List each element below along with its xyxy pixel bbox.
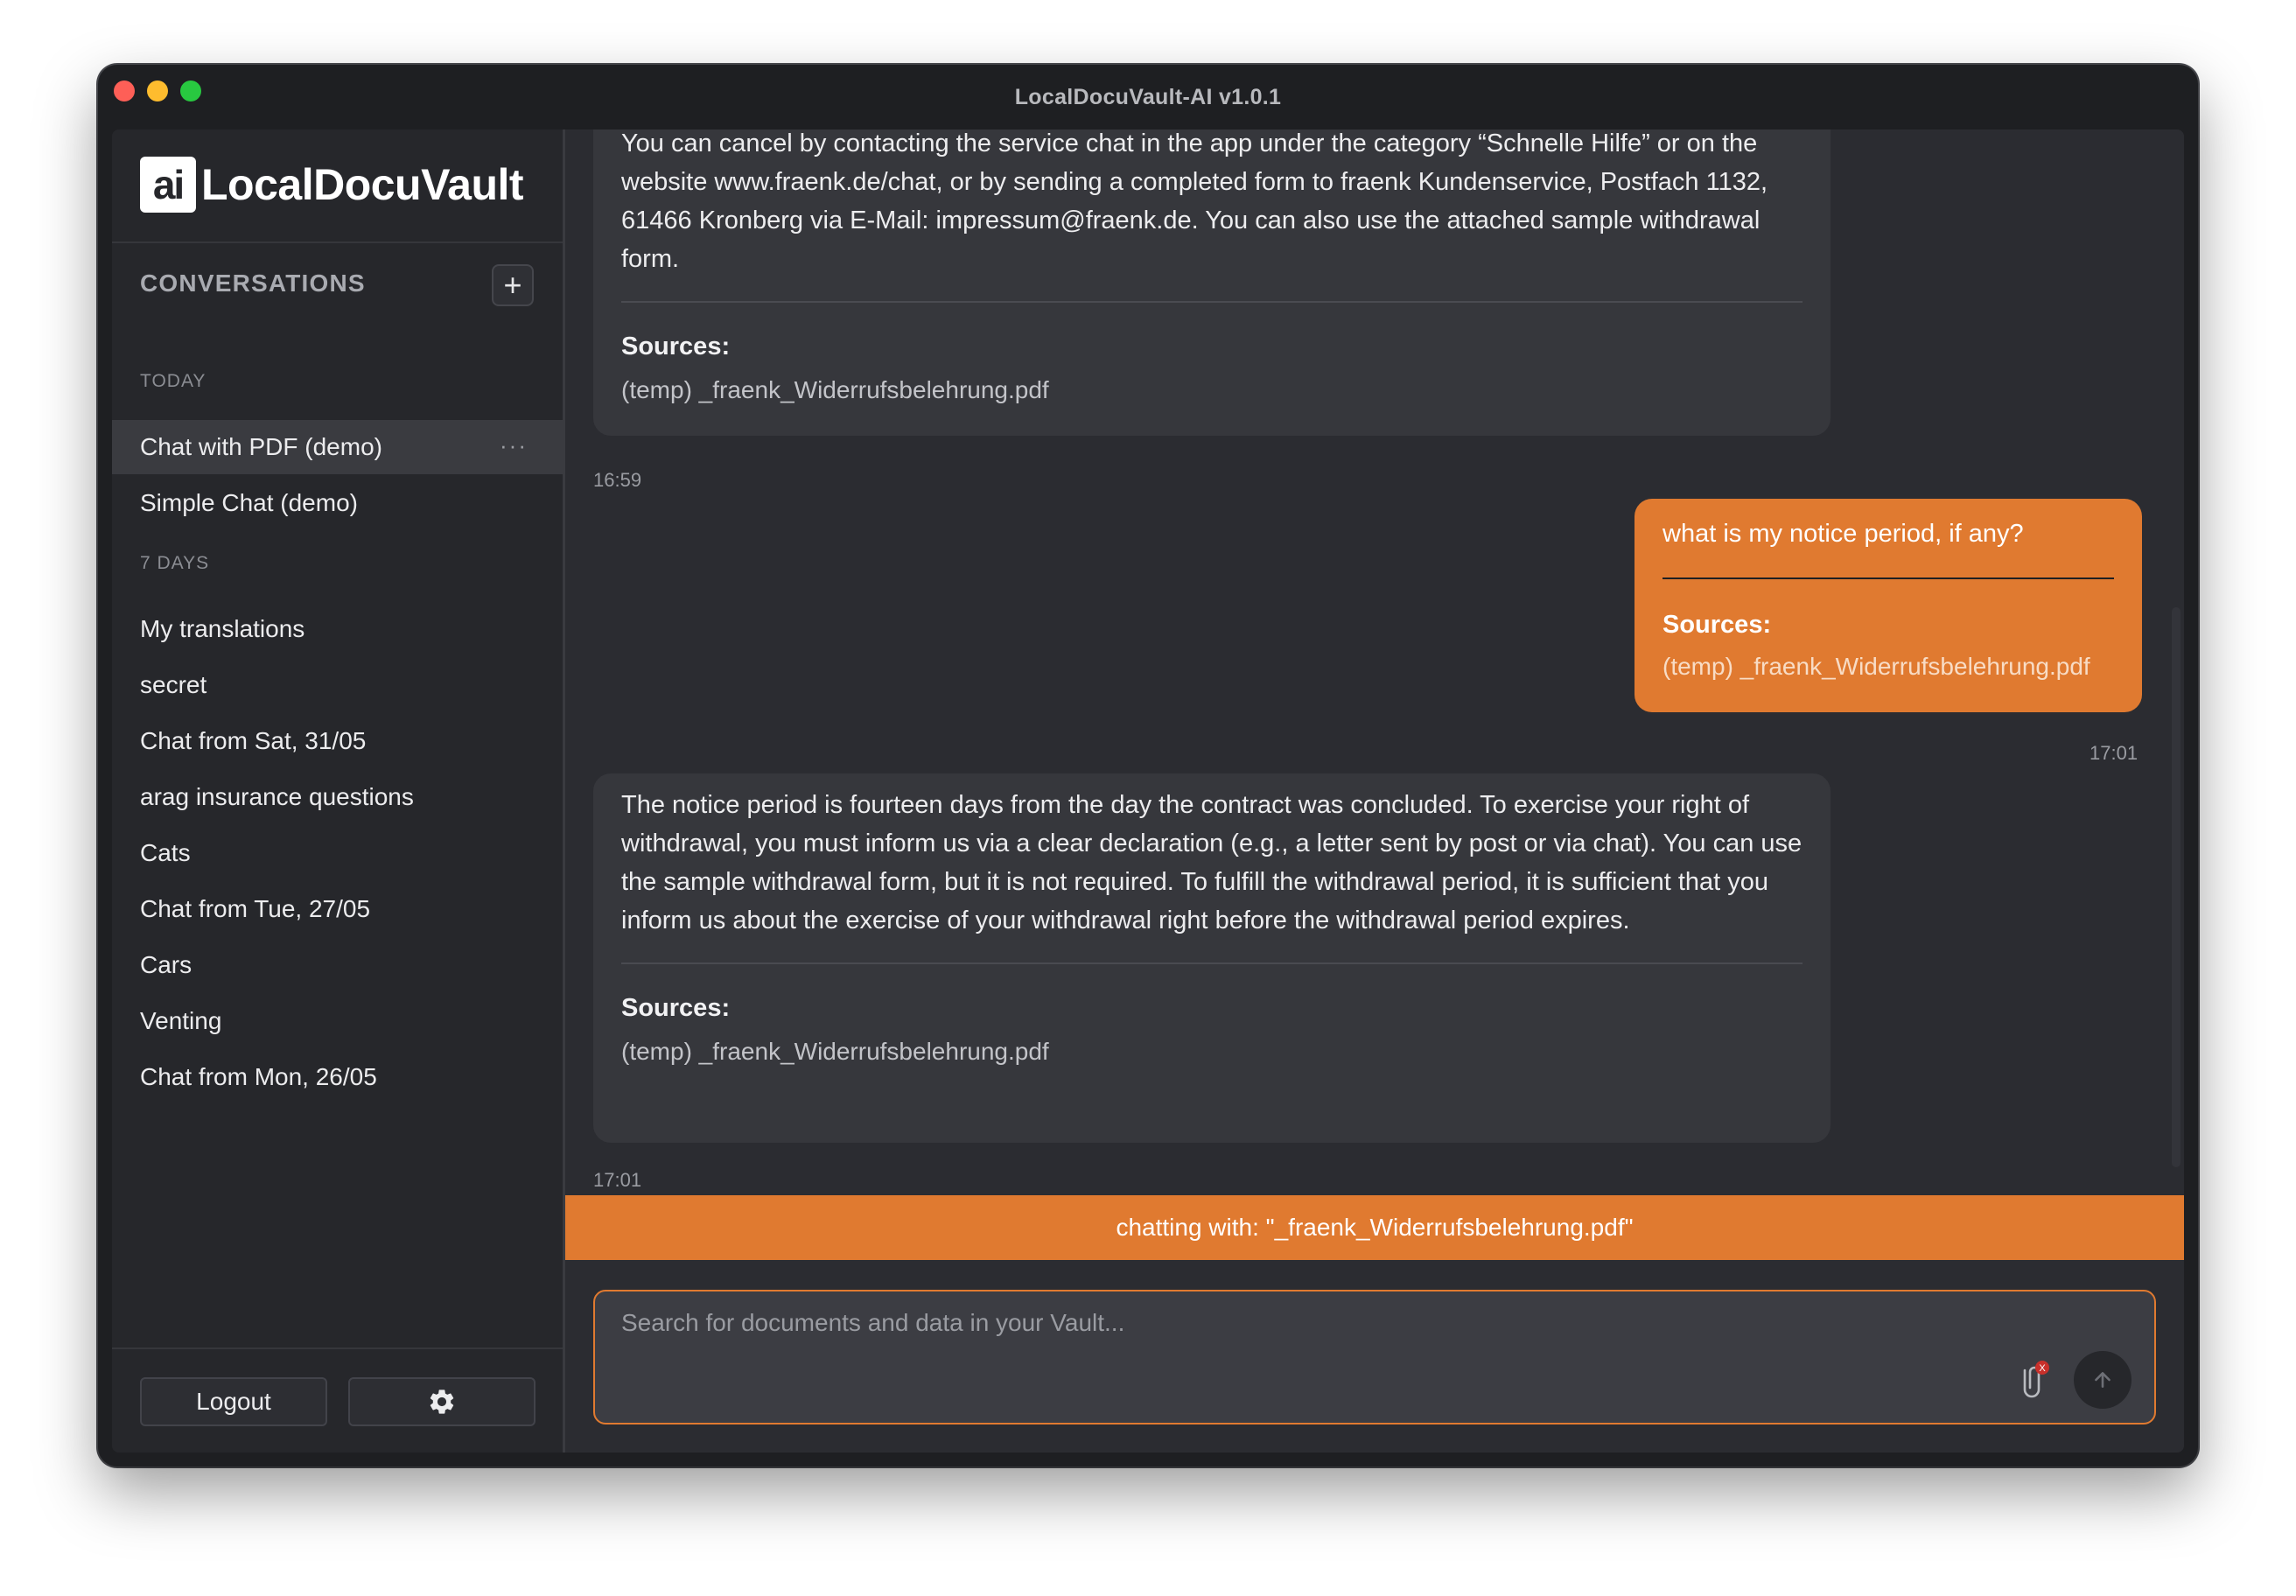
conversation-item[interactable]: My translations xyxy=(112,602,563,656)
window-title: LocalDocuVault-AI v1.0.1 xyxy=(1014,84,1282,109)
arrow-up-icon xyxy=(2095,1372,2110,1388)
message-timestamp: 17:01 xyxy=(2090,742,2138,764)
conversation-item[interactable]: Simple Chat (demo) xyxy=(112,476,563,530)
chat-input-container: X xyxy=(593,1290,2156,1424)
app-content: ai LocalDocuVault CONVERSATIONS + TODAY … xyxy=(112,130,2184,1452)
conversation-item[interactable]: Chat with PDF (demo) ··· xyxy=(112,420,563,474)
settings-button[interactable] xyxy=(348,1377,536,1426)
conversation-item[interactable]: Venting xyxy=(112,994,563,1048)
conversation-item[interactable]: secret xyxy=(112,658,563,712)
conversation-label: Cars xyxy=(140,951,192,978)
conversation-item[interactable]: Chat from Tue, 27/05 xyxy=(112,882,563,936)
conversation-label: Chat from Tue, 27/05 xyxy=(140,895,371,922)
conversation-item[interactable]: Chat from Sat, 31/05 xyxy=(112,714,563,768)
message-timestamp: 16:59 xyxy=(593,469,642,491)
gear-icon xyxy=(430,1390,454,1414)
chat-panel: You can cancel by contacting the service… xyxy=(565,130,2184,1452)
conversation-label: Chat with PDF (demo) xyxy=(140,433,382,460)
maximize-window-button[interactable] xyxy=(180,80,201,102)
conversation-item[interactable]: Cars xyxy=(112,938,563,992)
sidebar-divider xyxy=(112,242,563,243)
message-divider xyxy=(621,962,1802,964)
message-text: what is my notice period, if any? xyxy=(1662,520,2024,548)
user-message: what is my notice period, if any? Source… xyxy=(1634,499,2142,712)
app-logo: ai LocalDocuVault xyxy=(140,156,524,214)
conversation-item[interactable]: Chat from Mon, 26/05 xyxy=(112,1050,563,1104)
plus-icon: + xyxy=(503,267,522,303)
message-divider xyxy=(621,301,1802,303)
conversation-label: Chat from Sat, 31/05 xyxy=(140,727,367,754)
conversation-label: Venting xyxy=(140,1007,222,1034)
message-divider xyxy=(1662,578,2114,579)
conversation-label: arag insurance questions xyxy=(140,783,414,810)
conversation-label: Cats xyxy=(140,839,191,866)
conversation-item[interactable]: Cats xyxy=(112,826,563,880)
section-7-days: 7 DAYS xyxy=(140,553,210,573)
chat-scrollbar[interactable] xyxy=(2172,607,2180,1167)
app-window: LocalDocuVault-AI v1.0.1 ai LocalDocuVau… xyxy=(98,65,2198,1466)
new-conversation-button[interactable]: + xyxy=(492,264,534,306)
conversation-item[interactable]: arag insurance questions xyxy=(112,770,563,824)
source-file: (temp) _fraenk_Widerrufsbelehrung.pdf xyxy=(621,1038,1049,1065)
message-timestamp: 17:01 xyxy=(593,1169,642,1191)
logo-text: LocalDocuVault xyxy=(201,160,524,209)
conversation-label: secret xyxy=(140,671,207,698)
more-options-icon[interactable]: ··· xyxy=(500,432,528,459)
sources-label: Sources: xyxy=(621,332,731,360)
attach-document-button[interactable]: X xyxy=(2018,1360,2049,1400)
logo-badge: ai xyxy=(140,157,196,213)
send-button[interactable] xyxy=(2074,1351,2132,1409)
assistant-message: You can cancel by contacting the service… xyxy=(593,130,1830,436)
assistant-message: The notice period is fourteen days from … xyxy=(593,774,1830,1143)
conversation-label: Simple Chat (demo) xyxy=(140,489,358,516)
title-bar[interactable]: LocalDocuVault-AI v1.0.1 xyxy=(98,65,2198,130)
minimize-window-button[interactable] xyxy=(147,80,168,102)
conversation-label: My translations xyxy=(140,615,305,642)
sidebar: ai LocalDocuVault CONVERSATIONS + TODAY … xyxy=(112,130,565,1452)
attach-badge-text: X xyxy=(2039,1363,2046,1374)
paperclip-icon: X xyxy=(2023,1361,2049,1398)
conversations-heading: CONVERSATIONS xyxy=(140,270,366,297)
conversation-label: Chat from Mon, 26/05 xyxy=(140,1063,377,1090)
window-controls xyxy=(114,80,201,102)
source-file: (temp) _fraenk_Widerrufsbelehrung.pdf xyxy=(621,376,1049,403)
source-file: (temp) _fraenk_Widerrufsbelehrung.pdf xyxy=(1662,653,2090,680)
sidebar-footer-divider xyxy=(112,1348,563,1349)
sources-label: Sources: xyxy=(1662,611,1772,639)
message-text: You can cancel by contacting the service… xyxy=(621,130,1768,273)
message-text: The notice period is fourteen days from … xyxy=(621,791,1802,934)
close-window-button[interactable] xyxy=(114,80,135,102)
sources-label: Sources: xyxy=(621,994,731,1022)
section-today: TODAY xyxy=(140,371,206,391)
active-document-banner: chatting with: "_fraenk_Widerrufsbelehru… xyxy=(565,1195,2184,1260)
search-input[interactable] xyxy=(621,1304,2021,1342)
logout-button[interactable]: Logout xyxy=(140,1377,327,1426)
